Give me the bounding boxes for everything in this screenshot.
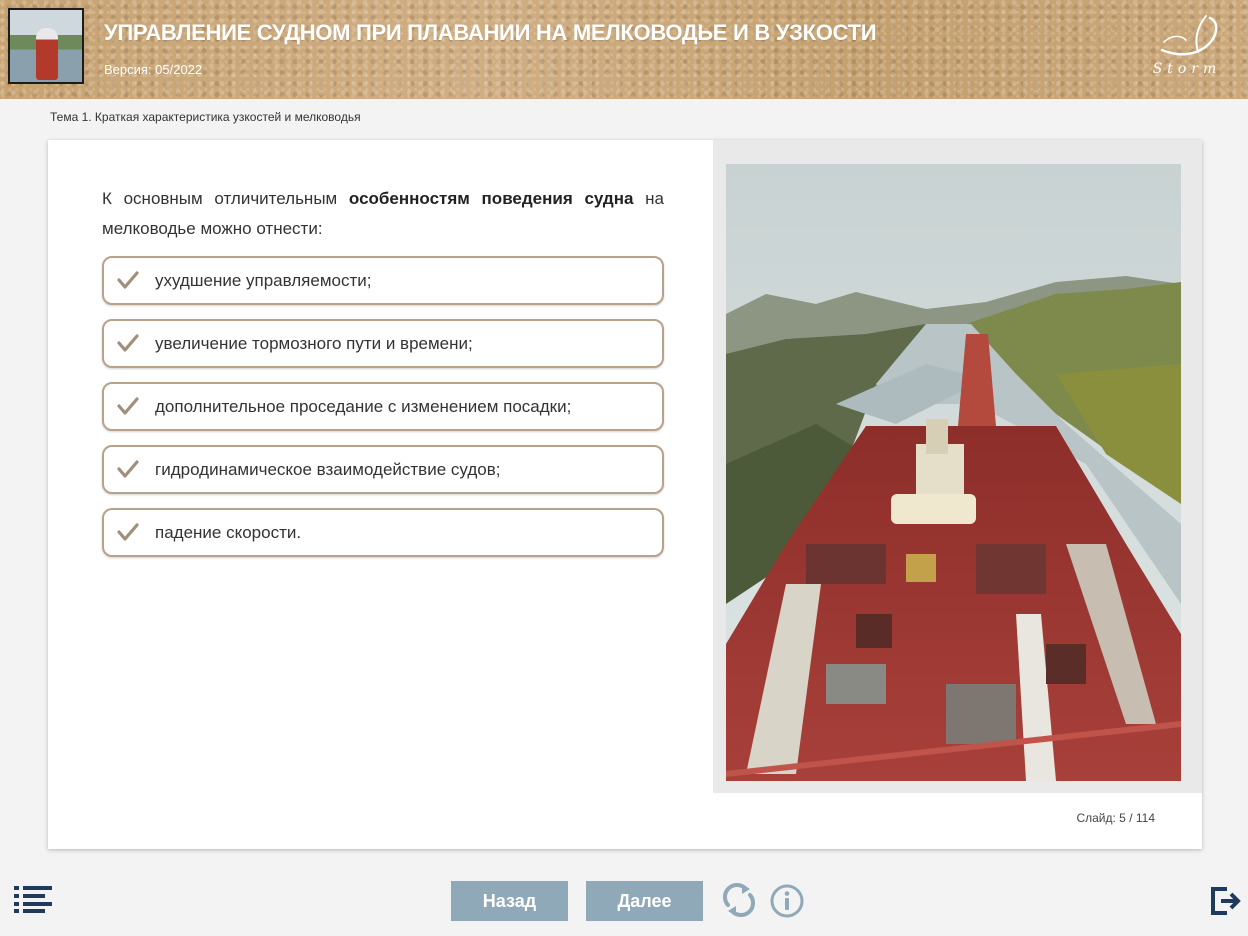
list-item-label: дополнительное проседание с изменением п…: [155, 397, 572, 416]
check-icon: [117, 334, 139, 352]
course-header: УПРАВЛЕНИЕ СУДНОМ ПРИ ПЛАВАНИИ НА МЕЛКОВ…: [0, 0, 1248, 99]
list-menu-icon[interactable]: [14, 884, 54, 914]
breadcrumb: Тема 1. Краткая характеристика узкостей …: [50, 110, 361, 124]
check-icon: [117, 271, 139, 289]
list-item: дополнительное проседание с изменением п…: [102, 382, 664, 431]
list-item: ухудшение управляемости;: [102, 256, 664, 305]
course-thumbnail: [8, 8, 84, 84]
storm-logo-text: Storm: [1152, 61, 1222, 77]
image-panel: [713, 140, 1202, 793]
list-item-label: ухудшение управляемости;: [155, 271, 372, 290]
list-item-label: гидродинамическое взаимодействие судов;: [155, 460, 501, 479]
slide-counter: Слайд: 5 / 114: [1076, 811, 1155, 825]
info-icon[interactable]: [769, 883, 805, 919]
reload-icon[interactable]: [720, 881, 758, 919]
list-item-label: увеличение тормозного пути и времени;: [155, 334, 473, 353]
back-button[interactable]: Назад: [451, 881, 568, 921]
check-icon: [117, 523, 139, 541]
list-item: увеличение тормозного пути и времени;: [102, 319, 664, 368]
check-icon: [117, 460, 139, 478]
check-icon: [117, 397, 139, 415]
intro-text-start: К основным отличительным: [102, 189, 349, 208]
exit-icon[interactable]: [1209, 885, 1241, 917]
next-button[interactable]: Далее: [586, 881, 703, 921]
list-item: падение скорости.: [102, 508, 664, 557]
slide-card: К основным отличительным особенностям по…: [48, 140, 1202, 849]
slide-intro-text: К основным отличительным особенностям по…: [102, 184, 664, 244]
course-version: Версия: 05/2022: [104, 62, 203, 77]
list-item-label: падение скорости.: [155, 523, 302, 542]
ship-canal-photo: [726, 164, 1181, 781]
ship-thumbnail-image: [36, 28, 58, 80]
feature-list: ухудшение управляемости; увеличение торм…: [102, 256, 664, 571]
list-item: гидродинамическое взаимодействие судов;: [102, 445, 664, 494]
intro-text-bold: особенностям поведения судна: [348, 189, 634, 208]
course-title: УПРАВЛЕНИЕ СУДНОМ ПРИ ПЛАВАНИИ НА МЕЛКОВ…: [104, 20, 877, 45]
